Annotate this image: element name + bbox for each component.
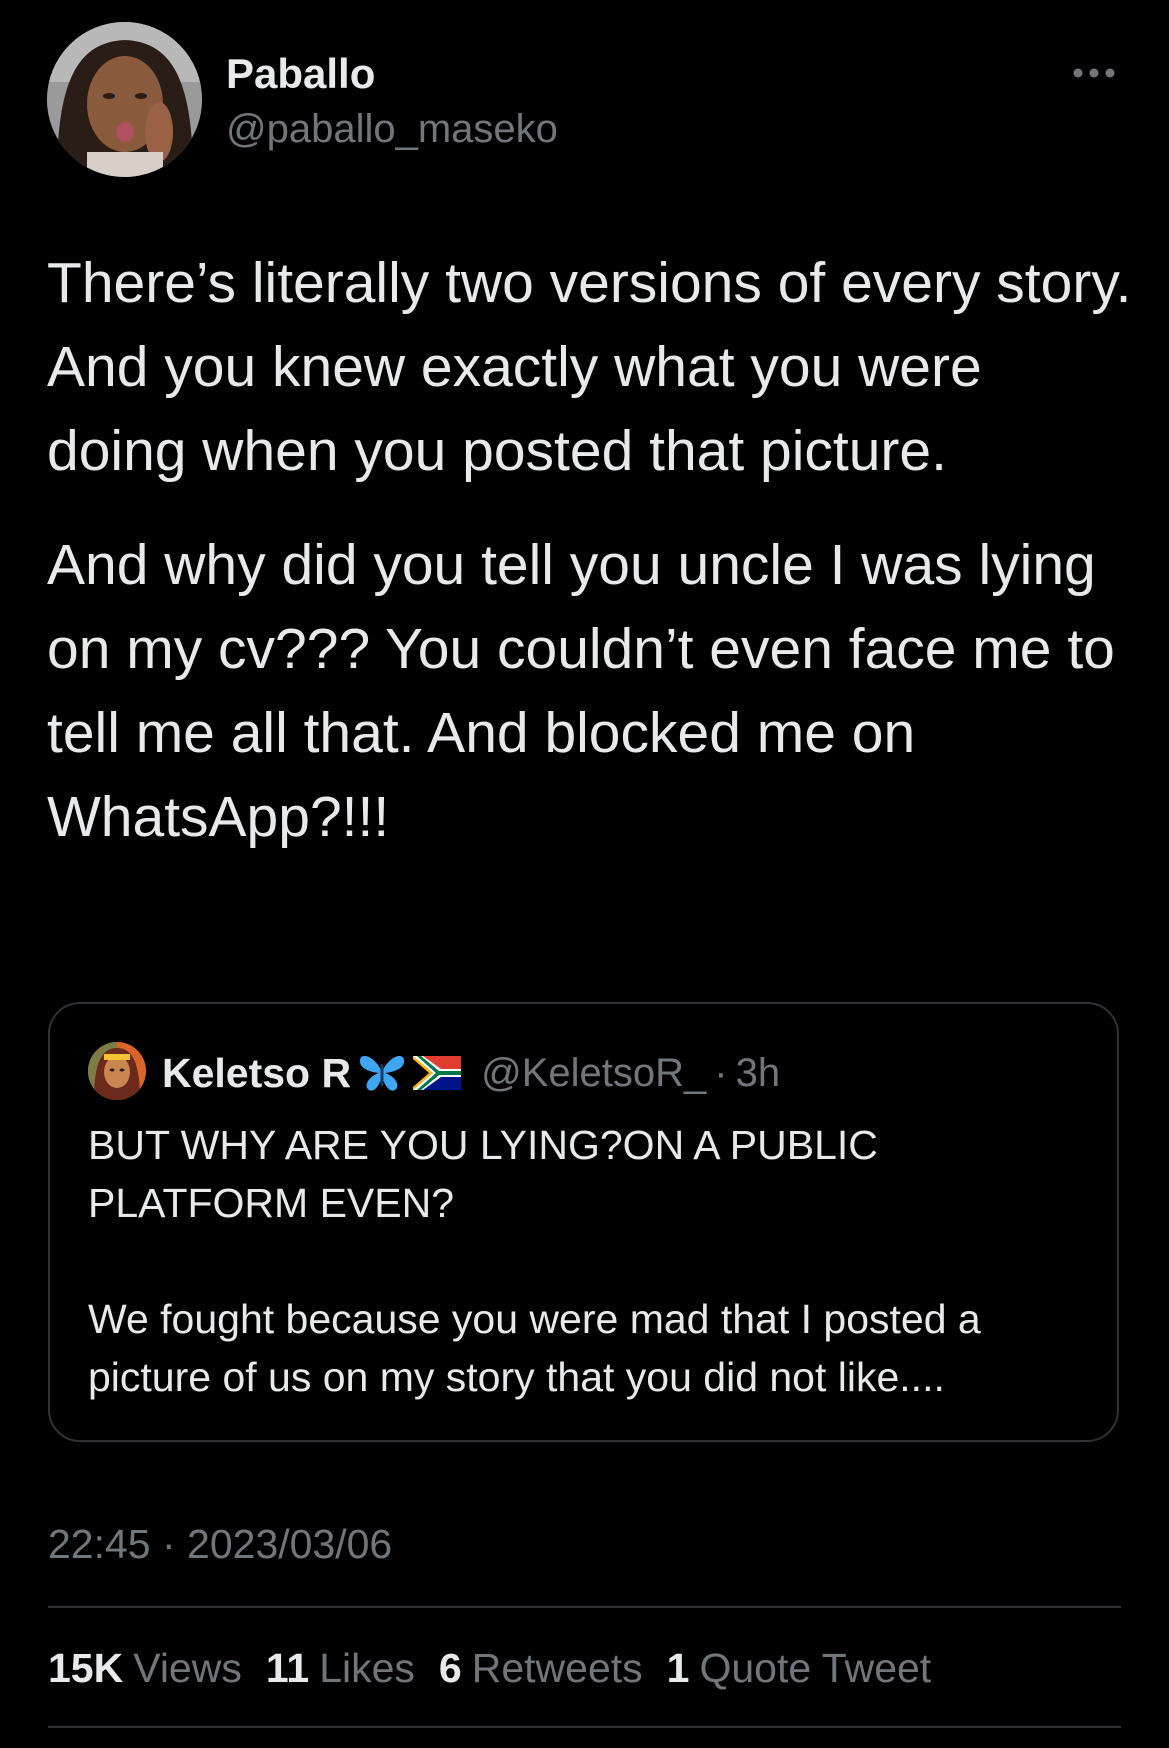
quote-author-avatar[interactable] (88, 1042, 146, 1100)
quote-author-handle[interactable]: @KeletsoR_ (481, 1051, 706, 1096)
quote-paragraph: We fought because you were mad that I po… (88, 1296, 981, 1400)
likes-label: Likes (319, 1644, 415, 1691)
engagement-stats: 15K Views 11 Likes 6 Retweets 1 Quote Tw… (48, 1642, 955, 1694)
quote-time[interactable]: 3h (736, 1051, 781, 1096)
quote-header: Keletso R @KeletsoR_ · 3h (162, 1048, 780, 1098)
profile-photo-icon (88, 1042, 146, 1100)
views-stat[interactable]: 15K Views (48, 1645, 242, 1692)
retweets-count: 6 (438, 1644, 462, 1691)
views-label: Views (133, 1644, 242, 1691)
tweet-timestamp[interactable]: 22:45 · 2023/03/06 (48, 1520, 392, 1568)
likes-count: 11 (265, 1644, 310, 1691)
quote-body: BUT WHY ARE YOU LYING?ON A PUBLIC PLATFO… (88, 1116, 1088, 1406)
quote-tweet-card[interactable]: Keletso R @KeletsoR_ · 3h BUT WHY ARE YO… (48, 1002, 1119, 1442)
retweets-label: Retweets (471, 1644, 643, 1691)
views-count: 15K (48, 1644, 124, 1691)
more-options-button[interactable] (1068, 56, 1120, 90)
profile-photo-icon (47, 22, 202, 177)
author-avatar[interactable] (47, 22, 202, 177)
quote-tweets-count: 1 (666, 1644, 690, 1691)
divider (48, 1726, 1121, 1728)
tweet-paragraph: There’s literally two versions of every … (47, 251, 1132, 483)
south-africa-flag-emoji-icon (413, 1056, 462, 1090)
quote-tweets-stat[interactable]: 1 Quote Tweet (667, 1645, 932, 1692)
butterfly-emoji-icon (357, 1052, 407, 1094)
tweet-paragraph: And why did you tell you uncle I was lyi… (47, 533, 1115, 849)
quote-tweets-label: Quote Tweet (699, 1644, 932, 1691)
likes-stat[interactable]: 11 Likes (266, 1645, 415, 1692)
quote-author-display-name[interactable]: Keletso R (162, 1050, 351, 1097)
quote-separator: · (714, 1050, 728, 1095)
divider (48, 1606, 1121, 1608)
tweet-body: There’s literally two versions of every … (47, 241, 1132, 859)
tweet-detail: Paballo @paballo_maseko There’s literall… (0, 0, 1169, 1748)
author-handle[interactable]: @paballo_maseko (226, 104, 558, 154)
ellipsis-icon (1073, 68, 1115, 78)
retweets-stat[interactable]: 6 Retweets (439, 1645, 643, 1692)
quote-paragraph: BUT WHY ARE YOU LYING?ON A PUBLIC PLATFO… (88, 1122, 878, 1226)
author-display-name[interactable]: Paballo (226, 48, 375, 100)
